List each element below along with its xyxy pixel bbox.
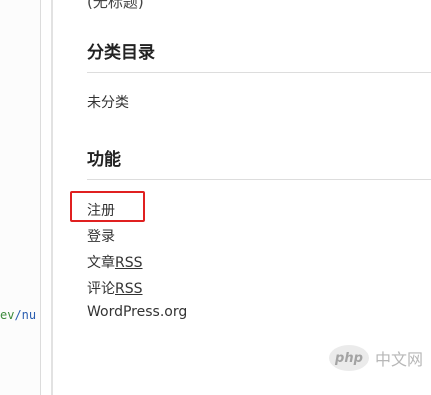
comments-rss-prefix: 评论 <box>87 281 115 297</box>
categories-rule <box>87 72 431 73</box>
wordpress-org-link[interactable]: WordPress.org <box>87 304 187 320</box>
entries-rss-link[interactable]: 文章RSS <box>87 252 143 272</box>
watermark: php 中文网 <box>328 345 423 371</box>
category-uncategorized[interactable]: 未分类 <box>87 92 129 112</box>
gutter-line <box>40 0 41 395</box>
clipped-text: (无标题) <box>87 0 144 11</box>
code-suffix: /nu <box>14 308 37 322</box>
comments-rss-abbr: RSS <box>115 281 143 297</box>
watermark-text: 中文网 <box>374 350 423 369</box>
categories-title: 分类目录 <box>87 43 155 63</box>
functions-title: 功能 <box>87 150 121 170</box>
comments-rss-link[interactable]: 评论RSS <box>87 278 143 298</box>
editor-pane: ev/nu <box>0 0 41 395</box>
highlight-annotation <box>70 191 145 222</box>
entries-rss-abbr: RSS <box>115 255 143 271</box>
login-link[interactable]: 登录 <box>87 226 115 246</box>
code-prefix: ev <box>0 308 15 322</box>
code-fragment: ev/nu <box>0 308 36 322</box>
entries-rss-prefix: 文章 <box>87 255 115 271</box>
functions-rule <box>87 179 431 180</box>
php-logo-icon: php <box>328 345 369 371</box>
